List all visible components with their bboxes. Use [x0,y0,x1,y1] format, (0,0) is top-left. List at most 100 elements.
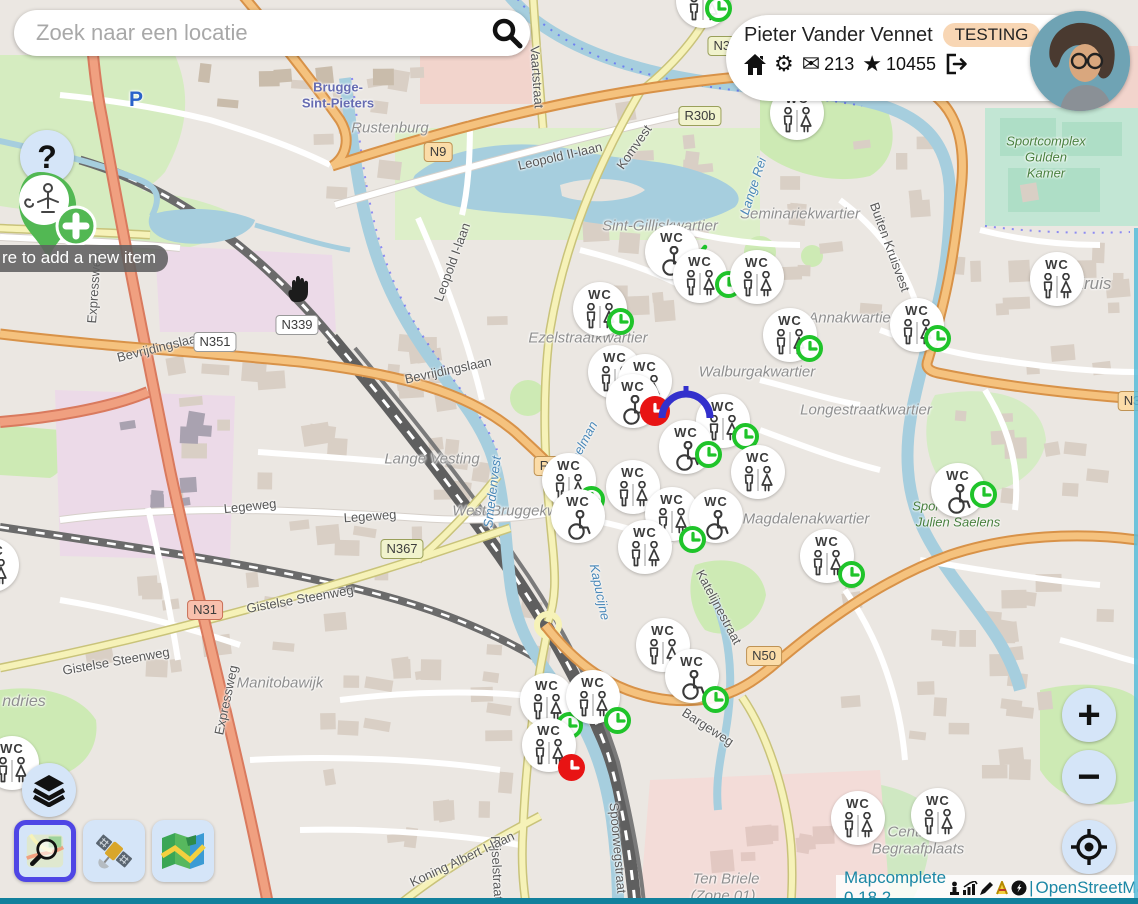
envelope-icon: ✉ [802,53,820,75]
wc-label: WC [659,425,713,440]
toilet-marker[interactable]: WC [931,463,985,517]
toilet-marker[interactable]: WC [730,250,784,304]
male-female-icon [682,270,718,297]
toilet-marker[interactable]: WC [659,420,713,474]
logout-button[interactable] [944,53,968,75]
opening-hours-badge [695,441,722,468]
wc-label: WC [911,793,965,808]
wheelchair-icon [943,484,973,514]
star-count: 10455 [886,54,936,75]
wc-label: WC [730,255,784,270]
opening-hours-badge [924,325,951,352]
wc-label: WC [831,796,885,811]
toilet-marker[interactable]: WC [522,718,576,772]
male-female-icon [739,271,775,298]
message-count: 213 [824,54,854,75]
male-female-icon [779,107,815,134]
mastodon-icon[interactable] [1011,880,1027,896]
user-name: Pieter Vander Vennet [744,24,933,47]
search-button[interactable] [484,10,530,56]
hand-cursor-icon [283,272,313,304]
toilet-marker[interactable]: WC [911,788,965,842]
opening-hours-badge [796,335,823,362]
carto-map-icon [25,829,65,873]
wc-label: WC [606,379,660,394]
toilet-marker[interactable]: WC [763,308,817,362]
zoom-in-button[interactable]: + [1062,688,1116,742]
toilet-marker[interactable]: WC [665,649,719,703]
messages-button[interactable]: ✉ 213 [802,53,854,75]
zoom-out-button[interactable]: − [1062,750,1116,804]
toilet-marker[interactable]: WC [573,282,627,336]
wc-label: WC [618,359,672,374]
male-female-icon [740,466,776,493]
wc-label: WC [931,468,985,483]
toilet-marker[interactable]: WC [551,489,605,543]
toilet-marker[interactable]: WC [606,374,660,428]
avatar-photo [1030,11,1130,111]
opening-hours-badge [838,561,865,588]
opening-hours-badge [702,686,729,713]
wc-label: WC [673,254,727,269]
satellite-icon [91,828,137,874]
toilet-marker[interactable]: WC [831,791,885,845]
wc-label: WC [0,543,19,558]
toilet-marker[interactable]: WC [890,298,944,352]
opening-hours-badge [970,481,997,508]
wc-label: WC [618,525,672,540]
wc-label: WC [890,303,944,318]
testing-badge: TESTING [943,23,1041,47]
search-icon [490,16,524,50]
logout-icon [944,53,968,75]
map-edge-accent [1134,228,1138,898]
toilet-marker[interactable]: WC [800,529,854,583]
basemap-carto-button[interactable] [14,820,76,882]
wc-label: WC [665,654,719,669]
statue-icon[interactable] [948,881,961,896]
male-female-icon [840,812,876,839]
edit-icon[interactable] [979,881,994,896]
home-button[interactable] [744,54,766,75]
geolocate-icon [1069,827,1109,867]
wc-label: WC [522,723,576,738]
openstreetmap-link[interactable]: OpenStreetMap [1035,878,1138,898]
toilet-marker[interactable]: WC [1030,252,1084,306]
male-female-icon [0,559,10,586]
male-female-icon [1039,273,1075,300]
wheelchair-icon [618,395,648,425]
toilet-marker[interactable]: WC [731,445,785,499]
translate-icon[interactable] [995,881,1010,896]
wc-label: WC [636,623,690,638]
folded-map-icon [160,830,206,872]
layers-icon [31,773,67,807]
toilet-marker[interactable]: WC [673,249,727,303]
wc-label: WC [689,494,743,509]
theme-bottom-bar [0,898,1138,904]
wc-label: WC [763,313,817,328]
home-icon [744,54,766,75]
gear-icon: ⚙ [774,53,794,75]
mapcomplete-app: { "search": { "placeholder": "Zoek naar … [0,0,1138,904]
basemap-map-button[interactable] [152,820,214,882]
wc-label: WC [566,675,620,690]
wc-label: WC [1030,257,1084,272]
toilet-marker[interactable]: WC [618,520,672,574]
toilet-marker[interactable]: WC [566,670,620,724]
opening-hours-badge [679,526,706,553]
toilet-marker[interactable]: WC [689,489,743,543]
statistics-icon[interactable] [962,881,978,896]
search-input[interactable] [34,19,484,47]
settings-button[interactable]: ⚙ [774,53,794,75]
male-female-icon [920,809,956,836]
changesets-button[interactable]: ★ 10455 [862,53,936,75]
wc-label: WC [542,458,596,473]
star-icon: ★ [862,53,882,75]
wc-label: WC [731,450,785,465]
user-avatar[interactable] [1030,11,1130,111]
geolocate-button[interactable] [1062,820,1116,874]
wheelchair-icon [563,510,593,540]
layers-button[interactable] [22,763,76,817]
basemap-satellite-button[interactable] [83,820,145,882]
wc-label: WC [0,741,39,756]
wc-label: WC [696,399,750,414]
